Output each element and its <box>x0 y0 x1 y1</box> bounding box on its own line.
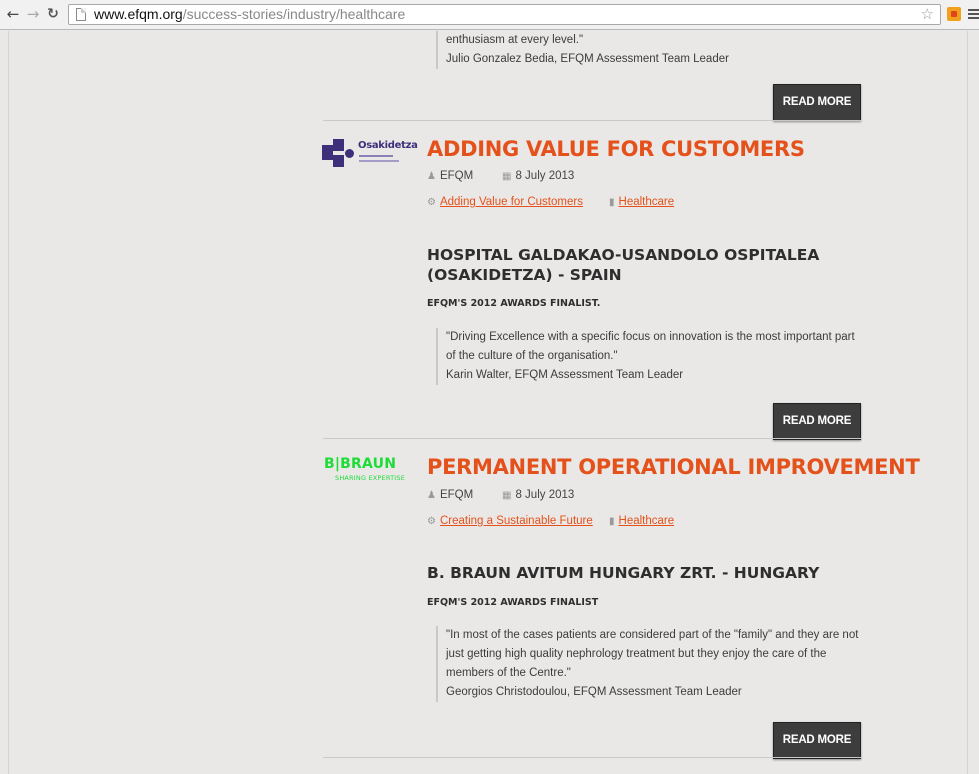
right-border <box>967 31 968 774</box>
post-industry: ▮ Healthcare <box>609 196 674 208</box>
logo-dot <box>345 149 354 158</box>
quote-line: "Driving Excellence with a specific focu… <box>446 331 855 343</box>
industry-link[interactable]: Healthcare <box>619 196 675 208</box>
forward-arrow-icon[interactable]: → <box>25 5 41 23</box>
url-text: www.efqm.org/success-stories/industry/he… <box>94 5 405 24</box>
reload-icon[interactable]: ↻ <box>45 5 61 23</box>
quote-line: enthusiasm at every level." <box>446 34 584 46</box>
url-path: /success-stories/industry/healthcare <box>182 6 406 22</box>
address-bar[interactable]: www.efqm.org/success-stories/industry/he… <box>68 4 941 25</box>
osakidetza-logo[interactable]: Osakidetza <box>322 136 418 172</box>
quote-line: just getting high quality nephrology tre… <box>446 648 827 660</box>
gear-icon: ⚙ <box>427 197 436 208</box>
left-border <box>8 31 9 774</box>
post-category: ⚙ Adding Value for Customers <box>427 196 583 208</box>
post-date: ▦ 8 July 2013 <box>502 170 574 182</box>
logo-name: B|BRAUN <box>324 456 397 472</box>
page-icon <box>76 8 86 21</box>
post-quote: "In most of the cases patients are consi… <box>436 626 858 702</box>
previous-post-quote: enthusiasm at every level." Julio Gonzal… <box>436 31 729 69</box>
post-divider <box>323 120 862 121</box>
post-industry: ▮ Healthcare <box>609 515 674 527</box>
quote-line: members of the Centre." <box>446 667 571 679</box>
gear-icon: ⚙ <box>427 516 436 527</box>
post-title[interactable]: ADDING VALUE FOR CUSTOMERS <box>427 135 805 163</box>
author-name: EFQM <box>439 170 474 182</box>
logo-fine-print <box>359 160 399 162</box>
calendar-icon: ▦ <box>502 171 512 182</box>
post-divider <box>323 438 862 439</box>
industry-link[interactable]: Healthcare <box>619 515 675 527</box>
read-more-button[interactable]: READ MORE <box>773 84 861 121</box>
url-host: www.efqm.org <box>94 6 183 22</box>
logo-name: Osakidetza <box>358 140 418 151</box>
quote-line: of the culture of the organisation." <box>446 350 618 362</box>
chart-icon: ▮ <box>609 197 615 208</box>
bookmark-star-icon[interactable]: ☆ <box>921 5 934 24</box>
category-link[interactable]: Adding Value for Customers <box>440 196 583 208</box>
calendar-icon: ▦ <box>502 490 512 501</box>
chart-icon: ▮ <box>609 516 615 527</box>
post-author: ♟ EFQM <box>427 489 473 501</box>
logo-shape <box>333 155 344 167</box>
logo-shape <box>333 139 344 151</box>
extension-icon[interactable] <box>947 7 961 21</box>
logo-shape <box>322 145 333 160</box>
category-link[interactable]: Creating a Sustainable Future <box>440 515 593 527</box>
quote-attribution: Georgios Christodoulou, EFQM Assessment … <box>446 686 742 698</box>
post-author: ♟ EFQM <box>427 170 473 182</box>
post-date: ▦ 8 July 2013 <box>502 489 574 501</box>
bbraun-logo[interactable]: B|BRAUN SHARING EXPERTISE <box>322 456 414 484</box>
quote-attribution: Julio Gonzalez Bedia, EFQM Assessment Te… <box>446 53 729 65</box>
logo-tagline: SHARING EXPERTISE <box>335 474 406 482</box>
date-text: 8 July 2013 <box>515 489 575 501</box>
post-category: ⚙ Creating a Sustainable Future <box>427 515 593 527</box>
award-subheading: EFQM'S 2012 AWARDS FINALIST. <box>427 298 601 309</box>
quote-attribution: Karin Walter, EFQM Assessment Team Leade… <box>446 369 684 381</box>
browser-toolbar: ← → ↻ www.efqm.org/success-stories/indus… <box>0 0 979 30</box>
post-title[interactable]: PERMANENT OPERATIONAL IMPROVEMENT <box>427 453 920 481</box>
organisation-heading: B. BRAUN AVITUM HUNGARY ZRT. - HUNGARY <box>427 564 820 582</box>
user-icon: ♟ <box>427 171 436 182</box>
back-arrow-icon[interactable]: ← <box>5 5 21 23</box>
read-more-button[interactable]: READ MORE <box>773 722 861 759</box>
post-quote: "Driving Excellence with a specific focu… <box>436 328 855 385</box>
user-icon: ♟ <box>427 490 436 501</box>
logo-fine-print <box>359 155 393 157</box>
post-divider <box>323 757 862 758</box>
quote-line: "In most of the cases patients are consi… <box>446 629 859 641</box>
date-text: 8 July 2013 <box>515 170 575 182</box>
organisation-heading: HOSPITAL GALDAKAO-USANDOLO OSPITALEA (OS… <box>427 246 820 284</box>
award-subheading: EFQM'S 2012 AWARDS FINALIST <box>427 597 599 608</box>
read-more-button[interactable]: READ MORE <box>773 403 861 440</box>
menu-icon[interactable] <box>968 9 979 19</box>
author-name: EFQM <box>439 489 474 501</box>
